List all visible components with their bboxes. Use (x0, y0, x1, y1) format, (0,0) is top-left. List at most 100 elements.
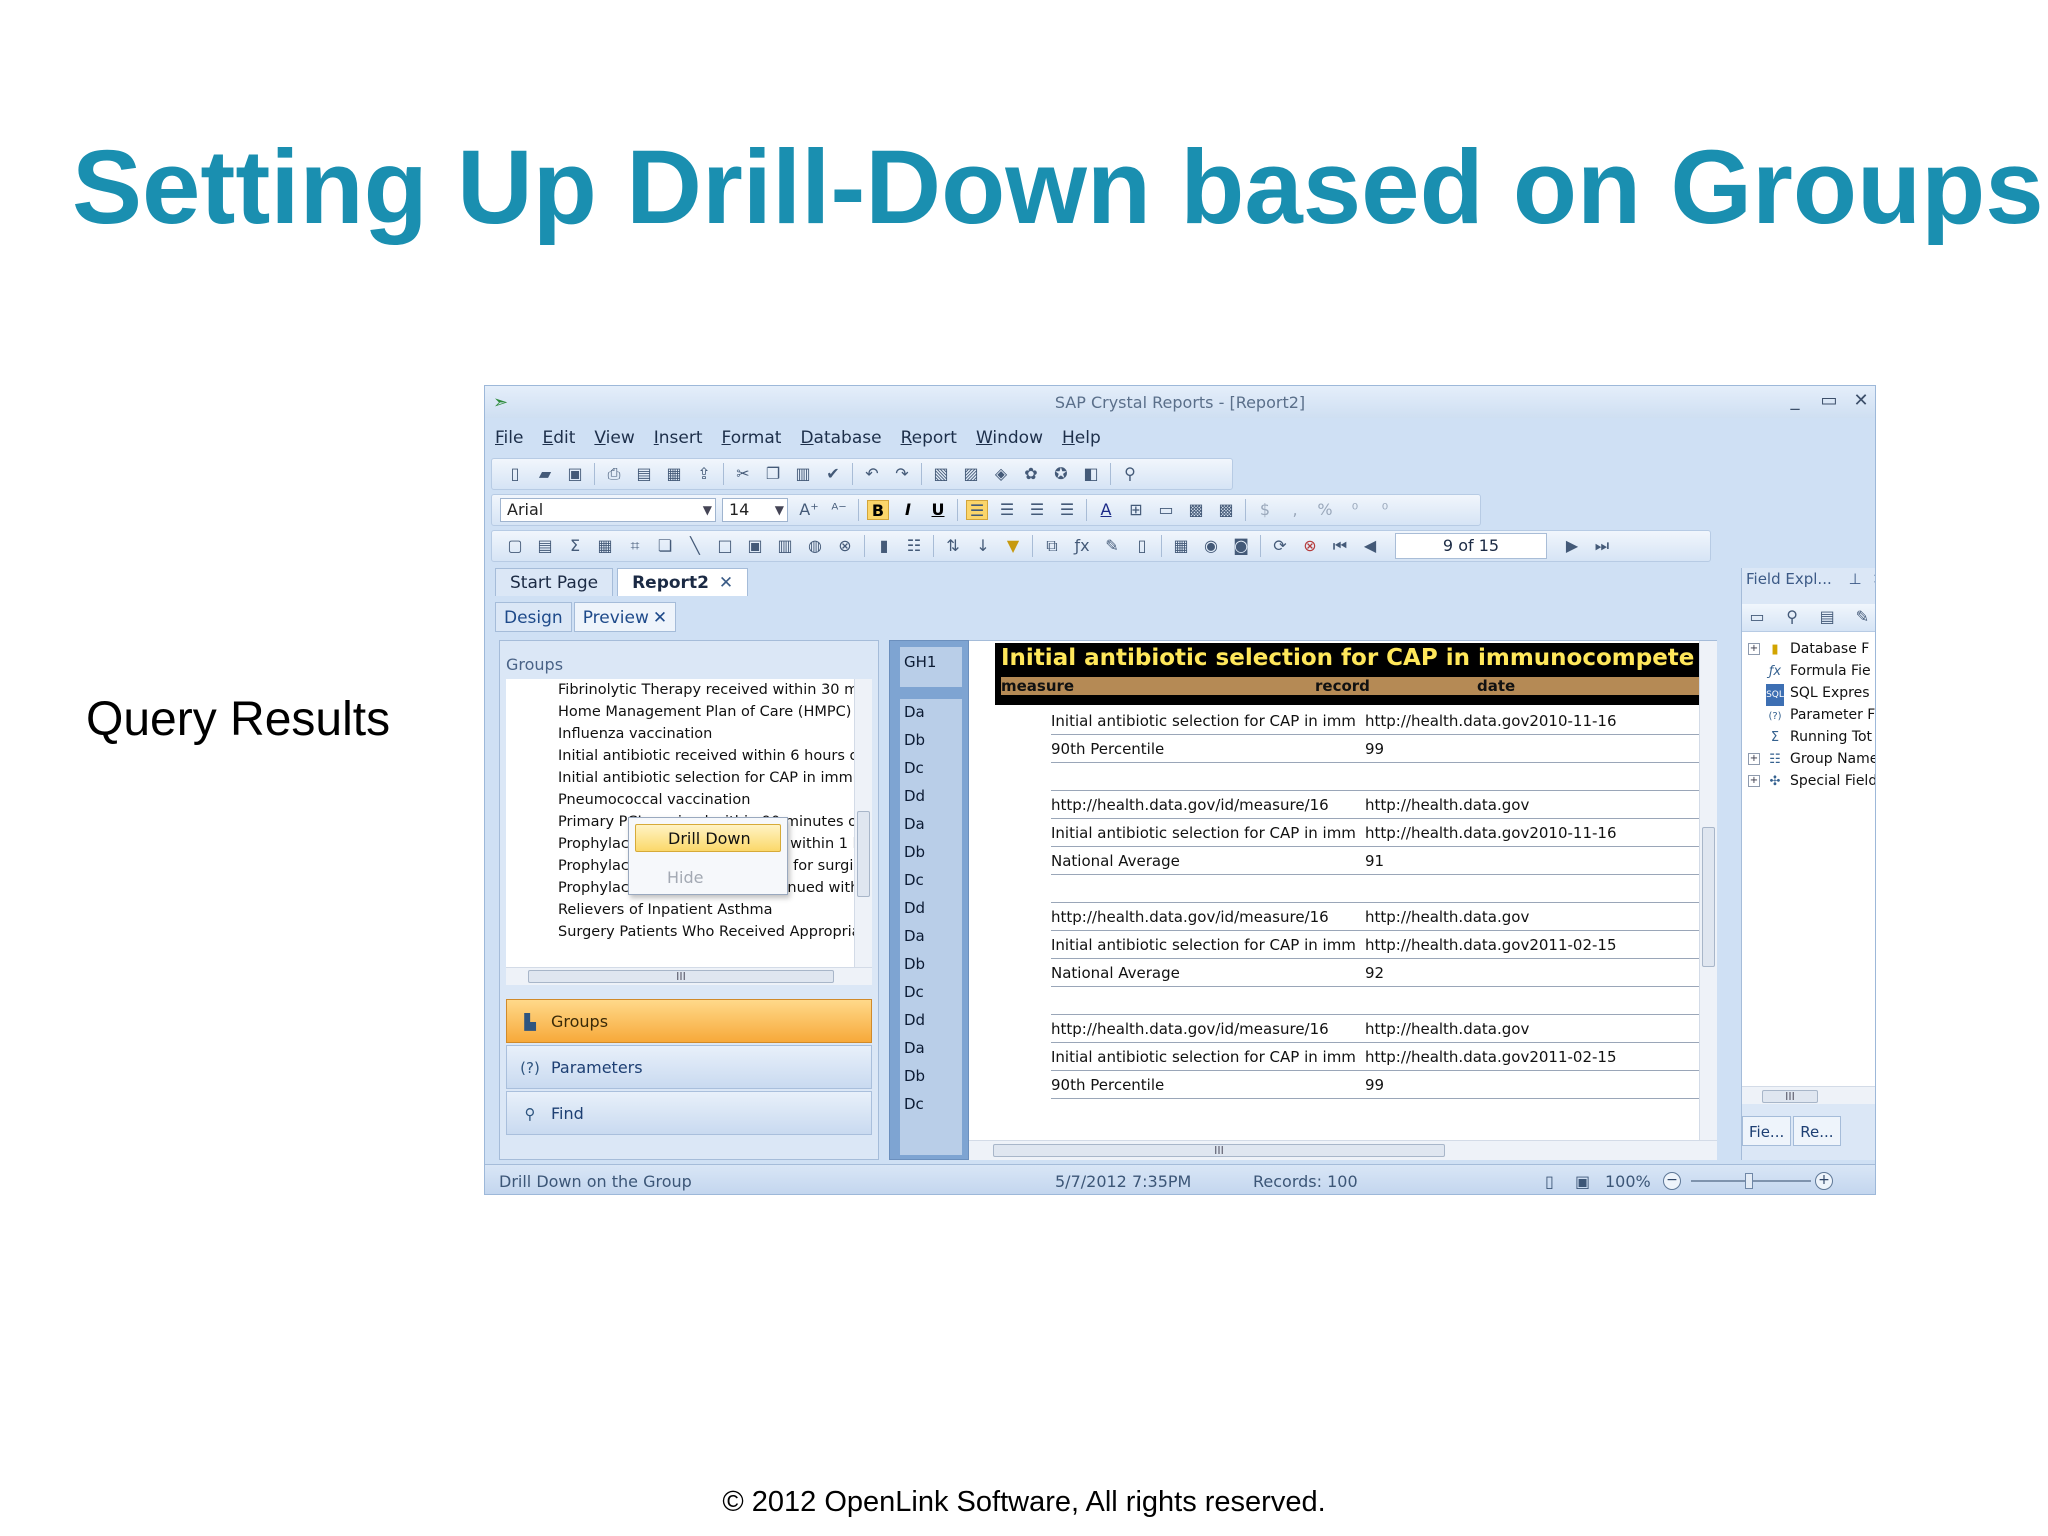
insert-line-icon[interactable]: ╲ (684, 536, 706, 556)
bold-icon[interactable]: B (867, 500, 889, 520)
expand-icon[interactable]: + (1748, 753, 1760, 765)
menu-database[interactable]: Database (800, 428, 881, 452)
group-tree-item[interactable]: Pneumococcal vaccination (558, 789, 856, 811)
scroll-thumb[interactable]: III (993, 1144, 1445, 1157)
field-tree-item[interactable]: SQL SQL Expres (1748, 682, 1870, 706)
align-center-icon[interactable]: ☰ (996, 500, 1018, 520)
report-explorer-icon[interactable]: ◈ (990, 464, 1012, 484)
template-icon[interactable]: ▯ (1131, 536, 1153, 556)
justify-icon[interactable]: ☰ (1056, 500, 1078, 520)
workbench-icon[interactable]: ◧ (1080, 464, 1102, 484)
web-icon[interactable]: ◉ (1200, 536, 1222, 556)
field-tree-hscrollbar[interactable]: III (1742, 1086, 1875, 1104)
toggle-tree-icon[interactable]: ▧ (930, 464, 952, 484)
insert-crosstab-icon[interactable]: ▦ (594, 536, 616, 556)
close-icon[interactable]: ✕ (719, 573, 733, 593)
field-tree-item[interactable]: + ▮ Database F (1748, 638, 1869, 660)
group-tree-item[interactable]: Initial antibiotic received within 6 hou… (558, 745, 856, 767)
dependency-icon[interactable]: ✪ (1050, 464, 1072, 484)
menu-report[interactable]: Report (901, 428, 957, 452)
repository-icon[interactable]: ✿ (1020, 464, 1042, 484)
sort-expert-icon[interactable]: ⇅ (942, 536, 964, 556)
field-explorer-icon[interactable]: ▨ (960, 464, 982, 484)
previous-page-icon[interactable]: ◀ (1359, 536, 1381, 556)
insert-summary-icon[interactable]: Σ (564, 536, 586, 556)
tab-field-explorer[interactable]: Fie... (1742, 1116, 1792, 1146)
currency-icon[interactable]: $ (1254, 500, 1276, 520)
insert-group-icon[interactable]: ▤ (534, 536, 556, 556)
menu-format[interactable]: Format (722, 428, 782, 452)
group-tree-hscrollbar[interactable]: III (506, 967, 872, 985)
group-tree-item[interactable]: Relievers of Inpatient Asthma (558, 899, 856, 921)
zoom-slider-thumb[interactable] (1745, 1173, 1753, 1189)
groups-nav-button[interactable]: ▙ Groups (506, 999, 872, 1043)
field-tree-item[interactable]: Σ Running Tot (1748, 726, 1872, 748)
menu-window[interactable]: Window (976, 428, 1043, 452)
drill-down-menu-item[interactable]: Drill Down (635, 824, 781, 852)
page-indicator[interactable]: 9 of 15 (1395, 533, 1547, 559)
menu-file[interactable]: File (495, 428, 523, 452)
field-tree-item[interactable]: + ✣ Special Field (1748, 770, 1875, 792)
insert-subreport-icon[interactable]: ❏ (654, 536, 676, 556)
select-expert-icon[interactable]: ▼ (1002, 536, 1024, 556)
insert-picture-icon[interactable]: ▣ (744, 536, 766, 556)
group-tree-item[interactable]: Surgery Patients Who Received Appropriat… (558, 921, 856, 943)
close-button[interactable]: ✕ (1851, 390, 1871, 411)
save-icon[interactable]: ▣ (564, 464, 586, 484)
tab-report-explorer[interactable]: Re... (1793, 1116, 1841, 1146)
formula-workshop-icon[interactable]: ƒx (1071, 536, 1093, 556)
scroll-thumb[interactable] (1702, 827, 1715, 967)
tab-design[interactable]: Design (495, 602, 572, 632)
new-icon[interactable]: ▯ (504, 464, 526, 484)
pin-icon[interactable]: ⊥ (1849, 570, 1862, 588)
database-expert-icon[interactable]: ▮ (873, 536, 895, 556)
align-left-icon[interactable]: ☰ (966, 500, 988, 520)
last-page-icon[interactable]: ⏭ (1591, 536, 1613, 556)
field-tree-item[interactable]: (?) Parameter F (1748, 704, 1875, 726)
edit-field-icon[interactable]: ✎ (1851, 607, 1873, 627)
find-binoculars-icon[interactable]: ⚲ (1119, 464, 1141, 484)
stop-icon[interactable]: ⊗ (1299, 536, 1321, 556)
group-tree-item[interactable]: Initial antibiotic selection for CAP in … (558, 767, 856, 789)
font-combo[interactable]: Arial ▼ (500, 498, 716, 522)
font-color-icon[interactable]: A (1095, 500, 1117, 520)
insert-chart-icon[interactable]: ▥ (774, 536, 796, 556)
group-title[interactable]: Initial antibiotic selection for CAP in … (1001, 645, 1694, 671)
remove-decimal-icon[interactable]: ⁰ (1374, 500, 1396, 520)
scroll-thumb[interactable]: III (528, 970, 834, 983)
insert-map-icon[interactable]: ◍ (804, 536, 826, 556)
close-icon[interactable]: ✕ (1872, 570, 1875, 588)
redo-icon[interactable]: ↷ (891, 464, 913, 484)
insert-box-icon[interactable]: □ (714, 536, 736, 556)
next-page-icon[interactable]: ▶ (1561, 536, 1583, 556)
font-size-combo[interactable]: 14 ▼ (722, 498, 788, 522)
menu-view[interactable]: View (594, 428, 634, 452)
group-tree-item[interactable]: Influenza vaccination (558, 723, 856, 745)
expand-icon[interactable]: + (1748, 643, 1760, 655)
export-icon[interactable]: ⇪ (693, 464, 715, 484)
group-expert-icon[interactable]: ☷ (903, 536, 925, 556)
first-page-icon[interactable]: ⏮ (1329, 536, 1351, 556)
menu-insert[interactable]: Insert (654, 428, 703, 452)
report-vscrollbar[interactable] (1699, 641, 1717, 1141)
field-tree-item[interactable]: + ☷ Group Name (1748, 748, 1875, 770)
grow-font-icon[interactable]: A⁺ (798, 500, 820, 520)
report-preview[interactable]: Initial antibiotic selection for CAP in … (969, 640, 1717, 1160)
tab-start-page[interactable]: Start Page (495, 568, 614, 596)
insert-text-icon[interactable]: ▢ (504, 536, 526, 556)
suppress-icon[interactable]: ▭ (1155, 500, 1177, 520)
sort-az-icon[interactable]: ↓ (972, 536, 994, 556)
find-nav-button[interactable]: ⚲ Find (506, 1091, 872, 1135)
parameters-nav-button[interactable]: (?) Parameters (506, 1045, 872, 1089)
thousands-icon[interactable]: , (1284, 500, 1306, 520)
menu-help[interactable]: Help (1062, 428, 1101, 452)
group-tree-item[interactable]: Fibrinolytic Therapy received within 30 … (558, 679, 856, 701)
borders-icon[interactable]: ⊞ (1125, 500, 1147, 520)
group-tree-list[interactable]: Fibrinolytic Therapy received within 30 … (506, 679, 872, 985)
align-right-icon[interactable]: ☰ (1026, 500, 1048, 520)
print-icon[interactable]: ⎙ (603, 464, 625, 484)
page-view-icon[interactable]: ▯ (1545, 1172, 1554, 1191)
field-tree-item[interactable]: ƒx Formula Fie (1748, 660, 1871, 682)
alert-icon[interactable]: ◙ (1230, 536, 1252, 556)
insert-field-icon[interactable]: ▭ (1746, 607, 1768, 627)
